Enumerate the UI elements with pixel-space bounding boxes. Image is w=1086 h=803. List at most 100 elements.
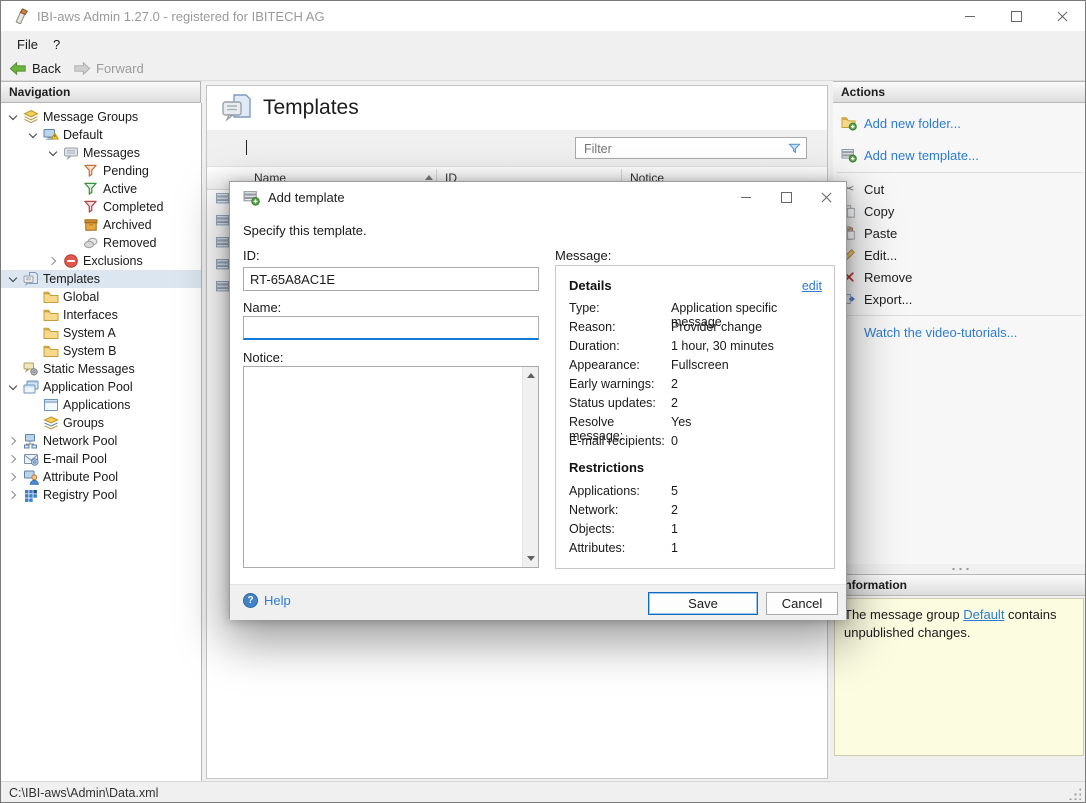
- folder-icon: [43, 307, 59, 323]
- action-remove[interactable]: Remove: [833, 266, 1086, 288]
- chevron-expanded-icon[interactable]: [7, 273, 19, 285]
- add-folder-icon: [841, 115, 857, 131]
- messages-icon: [63, 145, 79, 161]
- window-close-button[interactable]: [1039, 1, 1085, 31]
- folder-icon: [43, 325, 59, 341]
- filter-completed-icon: [83, 199, 99, 215]
- dialog-subtitle: Specify this template.: [243, 223, 367, 238]
- chevron-collapsed-icon[interactable]: [7, 471, 19, 483]
- default-group-link[interactable]: Default: [963, 607, 1004, 622]
- dialog-minimize-button[interactable]: [726, 182, 766, 213]
- restriction-row: Applications:5: [569, 484, 823, 503]
- tree-item-default[interactable]: Default: [1, 126, 201, 144]
- action-paste[interactable]: Paste: [833, 222, 1086, 244]
- tree-item-global[interactable]: Global: [1, 288, 201, 306]
- tree-item-exclusions[interactable]: Exclusions: [1, 252, 201, 270]
- window-maximize-button[interactable]: [993, 1, 1039, 31]
- tree-item-groups[interactable]: Groups: [1, 414, 201, 432]
- cancel-button-label: Cancel: [782, 596, 822, 611]
- detail-row: Early warnings:2: [569, 377, 823, 396]
- panel-splitter[interactable]: [833, 564, 1086, 574]
- detail-row: Reason:Provider change: [569, 320, 823, 339]
- action-watch-tutorials[interactable]: Watch the video-tutorials...: [833, 321, 1086, 343]
- tree-item-applications[interactable]: Applications: [1, 396, 201, 414]
- actions-header-label: Actions: [841, 85, 885, 99]
- tree-item-attribute-pool[interactable]: Attribute Pool: [1, 468, 201, 486]
- chevron-collapsed-icon[interactable]: [7, 489, 19, 501]
- filter-funnel-icon[interactable]: [787, 141, 802, 156]
- message-groups-icon: [23, 109, 39, 125]
- forward-button[interactable]: Forward: [73, 58, 144, 78]
- tree-item-network-pool[interactable]: Network Pool: [1, 432, 201, 450]
- tree-item-message-groups[interactable]: Message Groups: [1, 108, 201, 126]
- tree-item-interfaces[interactable]: Interfaces: [1, 306, 201, 324]
- detail-row: Appearance:Fullscreen: [569, 358, 823, 377]
- add-template-dialog: Add template Specify this template. ID: …: [229, 181, 847, 619]
- action-cut[interactable]: ✂ Cut: [833, 178, 1086, 200]
- id-field[interactable]: [243, 267, 539, 291]
- edit-message-link[interactable]: edit: [802, 279, 822, 293]
- actions-separator: [837, 172, 1083, 173]
- action-remove-label: Remove: [864, 270, 912, 285]
- tree-item-email-pool[interactable]: E-mail Pool: [1, 450, 201, 468]
- tree-item-active[interactable]: Active: [1, 180, 201, 198]
- dialog-close-button[interactable]: [806, 182, 846, 213]
- action-watch-tutorials-label: Watch the video-tutorials...: [864, 325, 1017, 340]
- tree-item-completed[interactable]: Completed: [1, 198, 201, 216]
- chevron-collapsed-icon[interactable]: [7, 453, 19, 465]
- tree-item-messages[interactable]: Messages: [1, 144, 201, 162]
- chevron-expanded-icon[interactable]: [27, 129, 39, 141]
- exclusions-icon: [63, 253, 79, 269]
- notice-label: Notice:: [243, 350, 283, 365]
- applications-icon: [43, 397, 59, 413]
- restriction-row: Attributes:1: [569, 541, 823, 560]
- action-export-label: Export...: [864, 292, 912, 307]
- tree-item-templates[interactable]: Templates: [1, 270, 201, 288]
- tree-item-removed[interactable]: Removed: [1, 234, 201, 252]
- action-add-new-template[interactable]: Add new template...: [833, 143, 1086, 167]
- message-label: Message:: [555, 248, 611, 263]
- back-button[interactable]: Back: [9, 58, 61, 78]
- detail-row: Status updates:2: [569, 396, 823, 415]
- resize-grip-icon[interactable]: [1068, 787, 1081, 800]
- restriction-row: Network:2: [569, 503, 823, 522]
- app-window: IBI-aws Admin 1.27.0 - registered for IB…: [0, 0, 1086, 803]
- chevron-expanded-icon[interactable]: [47, 147, 59, 159]
- action-add-new-folder-label: Add new folder...: [864, 116, 961, 131]
- save-button[interactable]: Save: [648, 592, 758, 615]
- menu-help[interactable]: ?: [47, 35, 66, 54]
- window-minimize-button[interactable]: [947, 1, 993, 31]
- tree-item-archived[interactable]: Archived: [1, 216, 201, 234]
- filter-input[interactable]: [582, 139, 776, 159]
- notice-field[interactable]: [243, 366, 539, 568]
- tree-item-application-pool[interactable]: Application Pool: [1, 378, 201, 396]
- chevron-collapsed-icon[interactable]: [7, 435, 19, 447]
- actions-separator: [837, 315, 1083, 316]
- tree-item-system-b[interactable]: System B: [1, 342, 201, 360]
- menu-file[interactable]: File: [11, 35, 44, 54]
- action-add-new-folder[interactable]: Add new folder...: [833, 111, 1086, 135]
- chevron-expanded-icon[interactable]: [7, 111, 19, 123]
- tree-item-system-a[interactable]: System A: [1, 324, 201, 342]
- groups-icon: [43, 415, 59, 431]
- tree-item-pending[interactable]: Pending: [1, 162, 201, 180]
- action-paste-label: Paste: [864, 226, 897, 241]
- chevron-expanded-icon[interactable]: [7, 381, 19, 393]
- action-export[interactable]: Export...: [833, 288, 1086, 310]
- notice-scrollbar[interactable]: [522, 367, 538, 567]
- cancel-button[interactable]: Cancel: [766, 592, 838, 615]
- name-field[interactable]: [243, 316, 539, 340]
- tree-item-registry-pool[interactable]: Registry Pool: [1, 486, 201, 504]
- templates-page-icon: [221, 92, 253, 124]
- static-messages-icon: [23, 361, 39, 377]
- help-link[interactable]: ? Help: [243, 593, 291, 608]
- action-edit[interactable]: Edit...: [833, 244, 1086, 266]
- scroll-down-icon[interactable]: [527, 556, 535, 561]
- dialog-title: Add template: [268, 190, 345, 205]
- action-copy[interactable]: Copy: [833, 200, 1086, 222]
- filter-pending-icon: [83, 163, 99, 179]
- dialog-maximize-button[interactable]: [766, 182, 806, 213]
- chevron-collapsed-icon[interactable]: [47, 255, 59, 267]
- scroll-up-icon[interactable]: [527, 373, 535, 378]
- tree-item-static-messages[interactable]: Static Messages: [1, 360, 201, 378]
